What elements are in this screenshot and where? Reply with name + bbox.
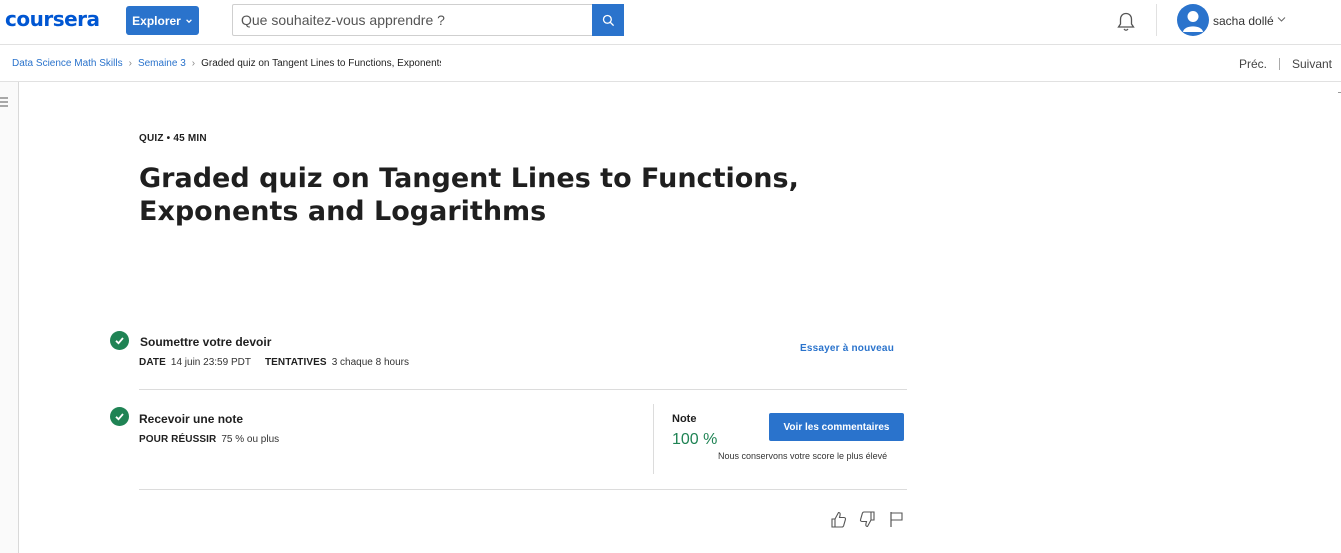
thumbs-down-icon[interactable] <box>859 510 876 529</box>
user-name[interactable]: sacha dollé <box>1213 14 1274 28</box>
breadcrumb-week-link[interactable]: Semaine 3 <box>138 58 186 69</box>
nav-divider <box>1278 58 1280 70</box>
chevron-down-icon <box>185 18 192 23</box>
submit-assignment-title: Soumettre votre devoir <box>140 335 272 349</box>
explore-button-label: Explorer <box>132 13 181 28</box>
due-date-label: DATE <box>139 357 166 368</box>
breadcrumb-course-link[interactable]: Data Science Math Skills <box>12 58 123 69</box>
breadcrumb: Data Science Math Skills › Semaine 3 › G… <box>12 58 441 69</box>
top-navigation-bar: coursera Explorer sacha dollé <box>0 0 1341 45</box>
course-sidebar-rail <box>0 82 19 553</box>
grade-label: Note <box>672 413 697 425</box>
breadcrumb-bar: Data Science Math Skills › Semaine 3 › G… <box>0 46 1341 82</box>
section-divider <box>139 489 907 490</box>
pass-requirement: POUR RÉUSSIR 75 % ou plus <box>139 434 279 445</box>
chevron-right-icon: › <box>128 58 132 69</box>
search-button[interactable] <box>592 4 624 36</box>
thumbs-up-icon[interactable] <box>830 510 847 529</box>
item-navigation: Préc. Suivant <box>1239 57 1332 71</box>
check-icon <box>110 331 129 350</box>
avatar[interactable] <box>1177 4 1209 36</box>
search-box <box>232 4 624 36</box>
breadcrumb-current-item: Graded quiz on Tangent Lines to Function… <box>201 58 442 69</box>
search-icon <box>602 14 614 26</box>
page-title: Graded quiz on Tangent Lines to Function… <box>139 163 799 227</box>
grade-value: 100 % <box>672 431 718 448</box>
section-divider <box>139 389 907 390</box>
attempts-value: 3 chaque 8 hours <box>331 357 409 368</box>
flag-icon[interactable] <box>888 510 905 529</box>
view-feedback-button[interactable]: Voir les commentaires <box>769 413 904 441</box>
notifications-bell-icon[interactable] <box>1116 11 1136 33</box>
coursera-logo[interactable]: coursera <box>5 7 100 31</box>
receive-grade-title: Recevoir une note <box>139 412 244 426</box>
pass-value: 75 % ou plus <box>221 434 280 445</box>
chevron-right-icon: › <box>191 58 196 69</box>
header-divider <box>1156 4 1157 36</box>
highest-score-note: Nous conservons votre score le plus élev… <box>718 451 888 461</box>
retry-button[interactable]: Essayer à nouveau <box>800 343 894 354</box>
feedback-actions <box>830 510 905 529</box>
check-icon <box>110 407 129 426</box>
next-item-link[interactable]: Suivant <box>1292 57 1332 71</box>
grade-divider <box>653 404 654 474</box>
previous-item-link[interactable]: Préc. <box>1239 57 1267 71</box>
pass-label: POUR RÉUSSIR <box>139 434 217 445</box>
quiz-kicker: QUIZ • 45 MIN <box>139 133 207 144</box>
attempts-label: TENTATIVES <box>264 357 327 368</box>
submit-meta: DATE 14 juin 23:59 PDT TENTATIVES 3 chaque … <box>139 357 409 368</box>
user-avatar-icon <box>1183 11 1203 32</box>
menu-icon[interactable] <box>0 96 10 108</box>
explore-button[interactable]: Explorer <box>126 6 199 35</box>
search-input[interactable] <box>233 5 593 35</box>
due-date-value: 14 juin 23:59 PDT <box>170 357 251 368</box>
chevron-down-icon[interactable] <box>1277 16 1286 23</box>
